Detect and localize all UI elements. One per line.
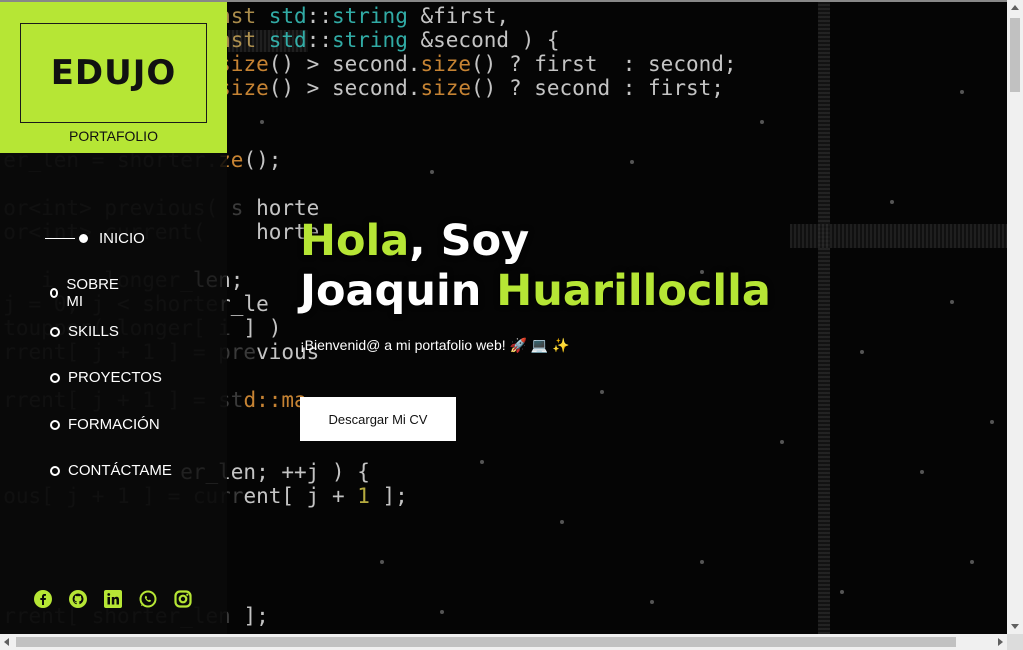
sidebar: EDUJO PORTAFOLIO INICIO SOBRE MI SKILLS … xyxy=(0,0,227,634)
scrollbar-thumb[interactable] xyxy=(16,637,956,647)
nav-item-label: CONTÁCTAME xyxy=(68,462,172,479)
nav-item-skills[interactable]: SKILLS xyxy=(50,323,119,340)
window-top-border xyxy=(0,0,1023,2)
nav-item-label: PROYECTOS xyxy=(68,369,162,386)
hero-title-text: Joaquin xyxy=(300,266,497,316)
linkedin-icon[interactable] xyxy=(104,590,122,608)
nav-item-label: FORMACIÓN xyxy=(68,416,160,433)
bullet-icon xyxy=(50,419,60,430)
bullet-icon xyxy=(50,288,59,298)
scroll-left-arrow-icon[interactable] xyxy=(4,638,9,646)
bullet-icon xyxy=(50,372,60,383)
nav-item-sobre-mi[interactable]: SOBRE MI xyxy=(50,276,121,310)
nav-item-contactame[interactable]: CONTÁCTAME xyxy=(50,462,172,479)
brand-block[interactable]: EDUJO PORTAFOLIO xyxy=(0,0,227,153)
bullet-icon xyxy=(50,465,60,476)
vertical-scrollbar[interactable] xyxy=(1007,0,1023,634)
scroll-down-arrow-icon[interactable] xyxy=(1011,624,1019,629)
hero-title-highlight: Huarilloclla xyxy=(496,266,771,316)
hero-title: Hola, Soy Joaquin Huarilloclla xyxy=(300,216,771,316)
hero-title-text: , Soy xyxy=(409,216,530,266)
hero-title-highlight: Hola xyxy=(300,216,410,266)
brand-subtitle: PORTAFOLIO xyxy=(69,128,158,144)
nav-item-label: INICIO xyxy=(99,230,145,247)
facebook-icon[interactable] xyxy=(34,590,52,608)
scrollbar-thumb[interactable] xyxy=(1010,18,1020,92)
logo-box: EDUJO xyxy=(20,23,207,123)
nav-item-inicio[interactable]: INICIO xyxy=(45,230,145,247)
background-stripe xyxy=(818,0,830,634)
nav-item-formacion[interactable]: FORMACIÓN xyxy=(50,416,160,433)
whatsapp-icon[interactable] xyxy=(139,590,157,608)
horizontal-scrollbar[interactable] xyxy=(0,634,1007,650)
scroll-up-arrow-icon[interactable] xyxy=(1011,5,1019,10)
nav-item-label: SKILLS xyxy=(68,323,119,340)
nav-item-proyectos[interactable]: PROYECTOS xyxy=(50,369,162,386)
nav-item-label: SOBRE MI xyxy=(66,276,119,310)
background-stripe xyxy=(790,224,1007,248)
instagram-icon[interactable] xyxy=(174,590,192,608)
scrollbar-corner xyxy=(1007,634,1023,650)
hero-subtitle: ¡Bienvenid@ a mi portafolio web! 🚀 💻 ✨ xyxy=(300,337,570,353)
brand-name: EDUJO xyxy=(50,53,177,93)
active-indicator-line xyxy=(45,238,75,239)
download-cv-button[interactable]: Descargar Mi CV xyxy=(300,397,456,441)
social-links xyxy=(34,590,192,608)
github-icon[interactable] xyxy=(69,590,87,608)
scroll-right-arrow-icon[interactable] xyxy=(998,638,1003,646)
bullet-icon xyxy=(79,234,88,243)
bullet-icon xyxy=(50,326,60,337)
